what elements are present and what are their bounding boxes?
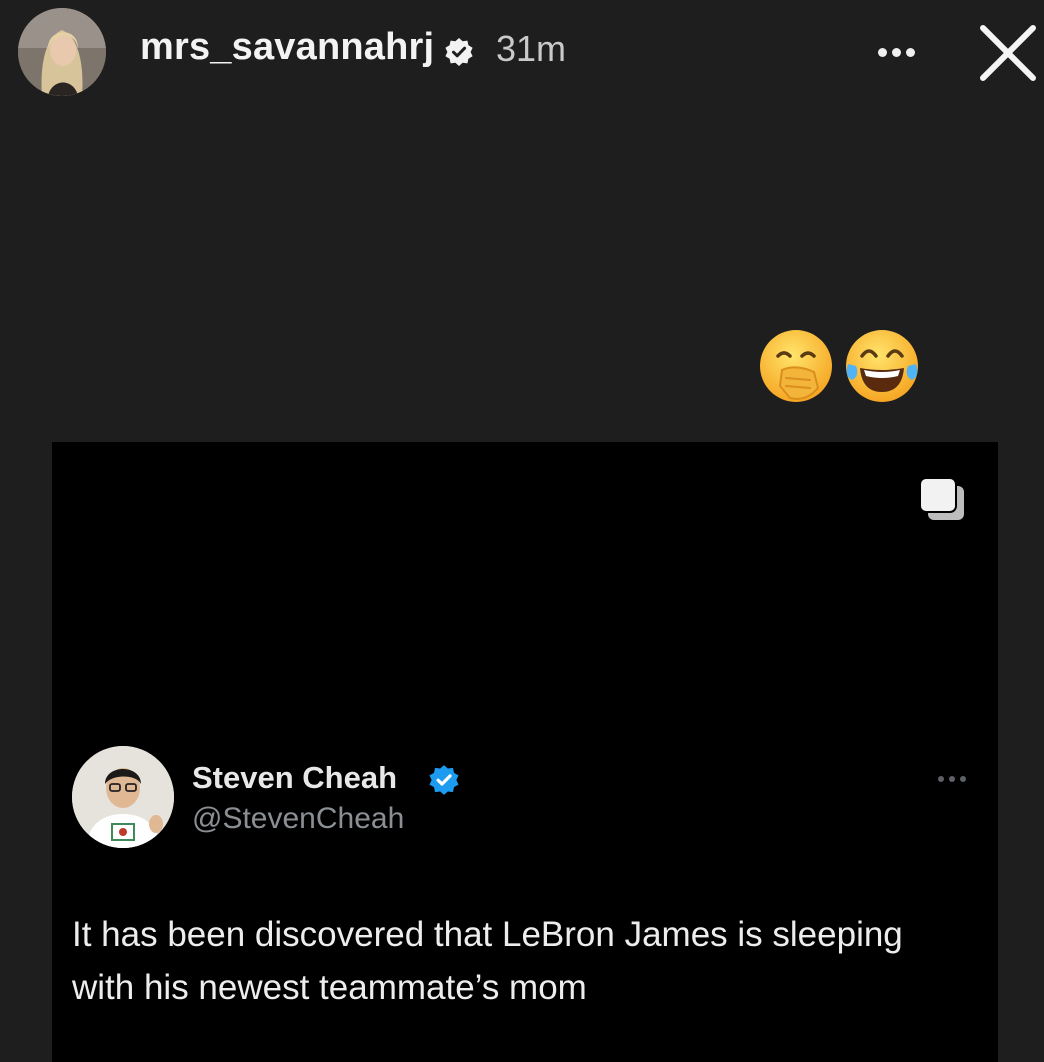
profile-photo	[18, 8, 106, 96]
dot	[960, 776, 966, 782]
story-username[interactable]: mrs_savannahrj	[140, 26, 434, 69]
story-more-options-button[interactable]	[868, 36, 924, 68]
tweet-more-options-button[interactable]	[934, 772, 970, 786]
dot	[949, 776, 955, 782]
dot	[892, 48, 901, 57]
hand-over-mouth-emoji	[760, 330, 832, 402]
verified-badge-icon	[445, 38, 473, 66]
copy-icon[interactable]	[918, 476, 968, 524]
profile-photo	[72, 746, 174, 848]
story-header: mrs_savannahrj 31m	[0, 0, 1044, 110]
story-avatar[interactable]	[18, 8, 106, 96]
verified-badge-icon	[429, 765, 459, 795]
tweet-author-avatar[interactable]	[72, 746, 174, 848]
tweet-author-name[interactable]: Steven Cheah	[192, 760, 397, 796]
emoji-sticker	[756, 326, 926, 408]
dot	[906, 48, 915, 57]
dot	[878, 48, 887, 57]
tweet-card[interactable]: Steven Cheah @StevenCheah It has been di…	[52, 442, 998, 1062]
tweet-text: It has been discovered that LeBron James…	[72, 915, 903, 1007]
dot	[938, 776, 944, 782]
story-timestamp: 31m	[496, 28, 567, 69]
tears-of-joy-emoji	[846, 330, 918, 402]
tweet-author-handle[interactable]: @StevenCheah	[192, 802, 404, 836]
close-icon[interactable]	[975, 20, 1041, 86]
